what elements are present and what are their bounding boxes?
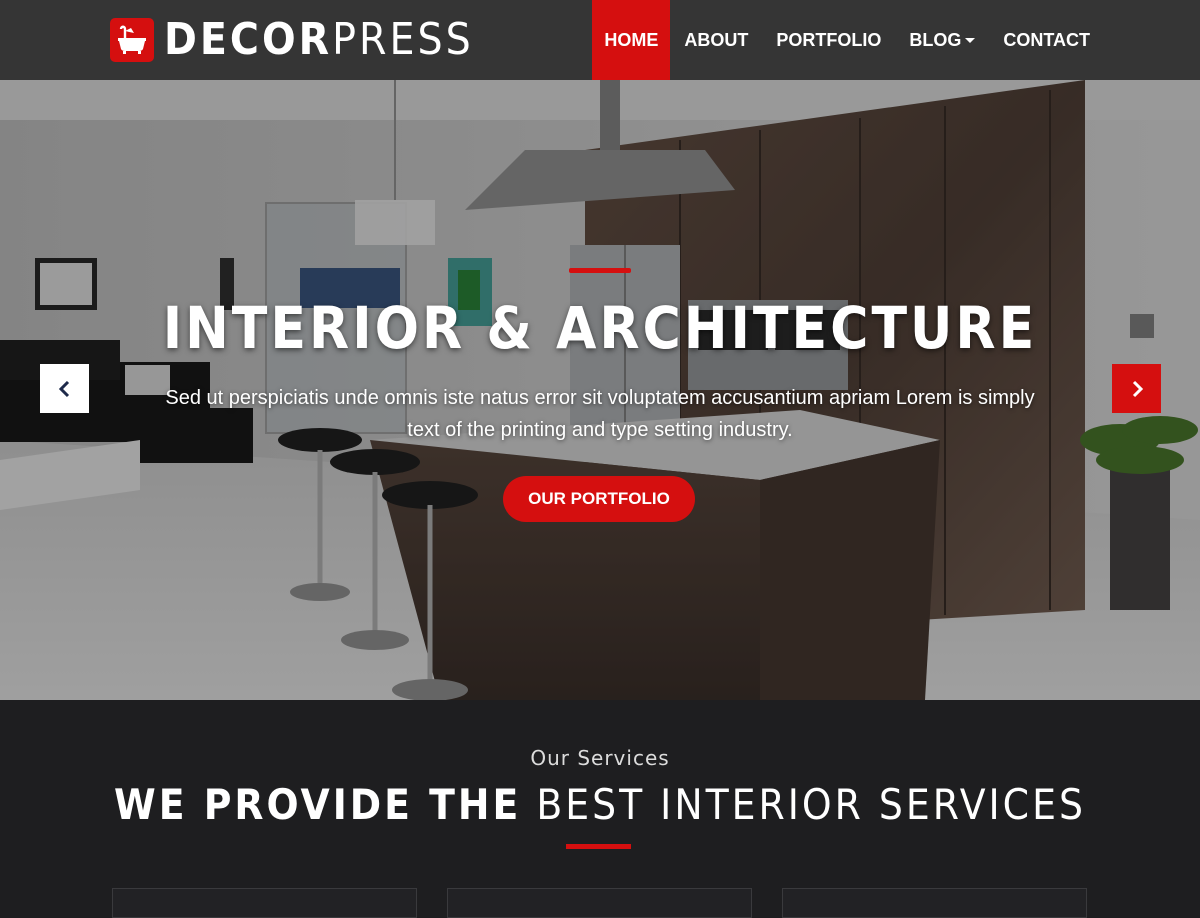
hero-accent-line [569,268,631,273]
nav-item-blog[interactable]: BLOG [895,0,989,80]
services-subtitle: Our Services [530,746,670,770]
nav-item-label: HOME [604,29,659,50]
chevron-left-icon [58,380,69,397]
main-nav: HOME ABOUT PORTFOLIO BLOG CONTACT [592,0,1104,80]
site-logo[interactable]: DECORPRESS [110,18,474,62]
nav-item-label: BLOG [909,29,962,50]
our-portfolio-button[interactable]: OUR PORTFOLIO [503,476,695,522]
site-header: DECORPRESS HOME ABOUT PORTFOLIO BLOG CON… [0,0,1200,80]
logo-text-bold: DECOR [164,14,333,65]
nav-item-about[interactable]: ABOUT [670,0,762,80]
logo-text-light: PRESS [332,14,474,65]
hero-slider: DECORPRESS HOME ABOUT PORTFOLIO BLOG CON… [0,0,1200,700]
service-card[interactable] [782,888,1087,918]
services-title-light: BEST INTERIOR SERVICES [536,780,1086,829]
hero-description: Sed ut perspiciatis unde omnis iste natu… [165,387,1035,441]
service-card[interactable] [112,888,417,918]
services-title-bold: WE PROVIDE THE [114,780,522,829]
nav-item-portfolio[interactable]: PORTFOLIO [762,0,895,80]
hero-title: INTERIOR & ARCHITECTURE [162,294,1038,362]
services-title: WE PROVIDE THE BEST INTERIOR SERVICES [0,780,1200,829]
nav-item-label: ABOUT [684,29,749,50]
nav-item-contact[interactable]: CONTACT [989,0,1104,80]
service-card[interactable] [447,888,752,918]
nav-item-label: PORTFOLIO [776,29,882,50]
chevron-right-icon [1132,380,1143,397]
nav-item-label: CONTACT [1003,29,1090,50]
services-accent-line [566,844,631,849]
bathtub-icon [110,18,154,62]
slider-prev-button[interactable] [40,364,89,413]
services-section: Our Services WE PROVIDE THE BEST INTERIO… [0,700,1200,918]
slider-next-button[interactable] [1112,364,1161,413]
caret-down-icon [965,37,976,43]
nav-item-home[interactable]: HOME [592,0,671,80]
site-logo-text: DECORPRESS [164,18,474,62]
